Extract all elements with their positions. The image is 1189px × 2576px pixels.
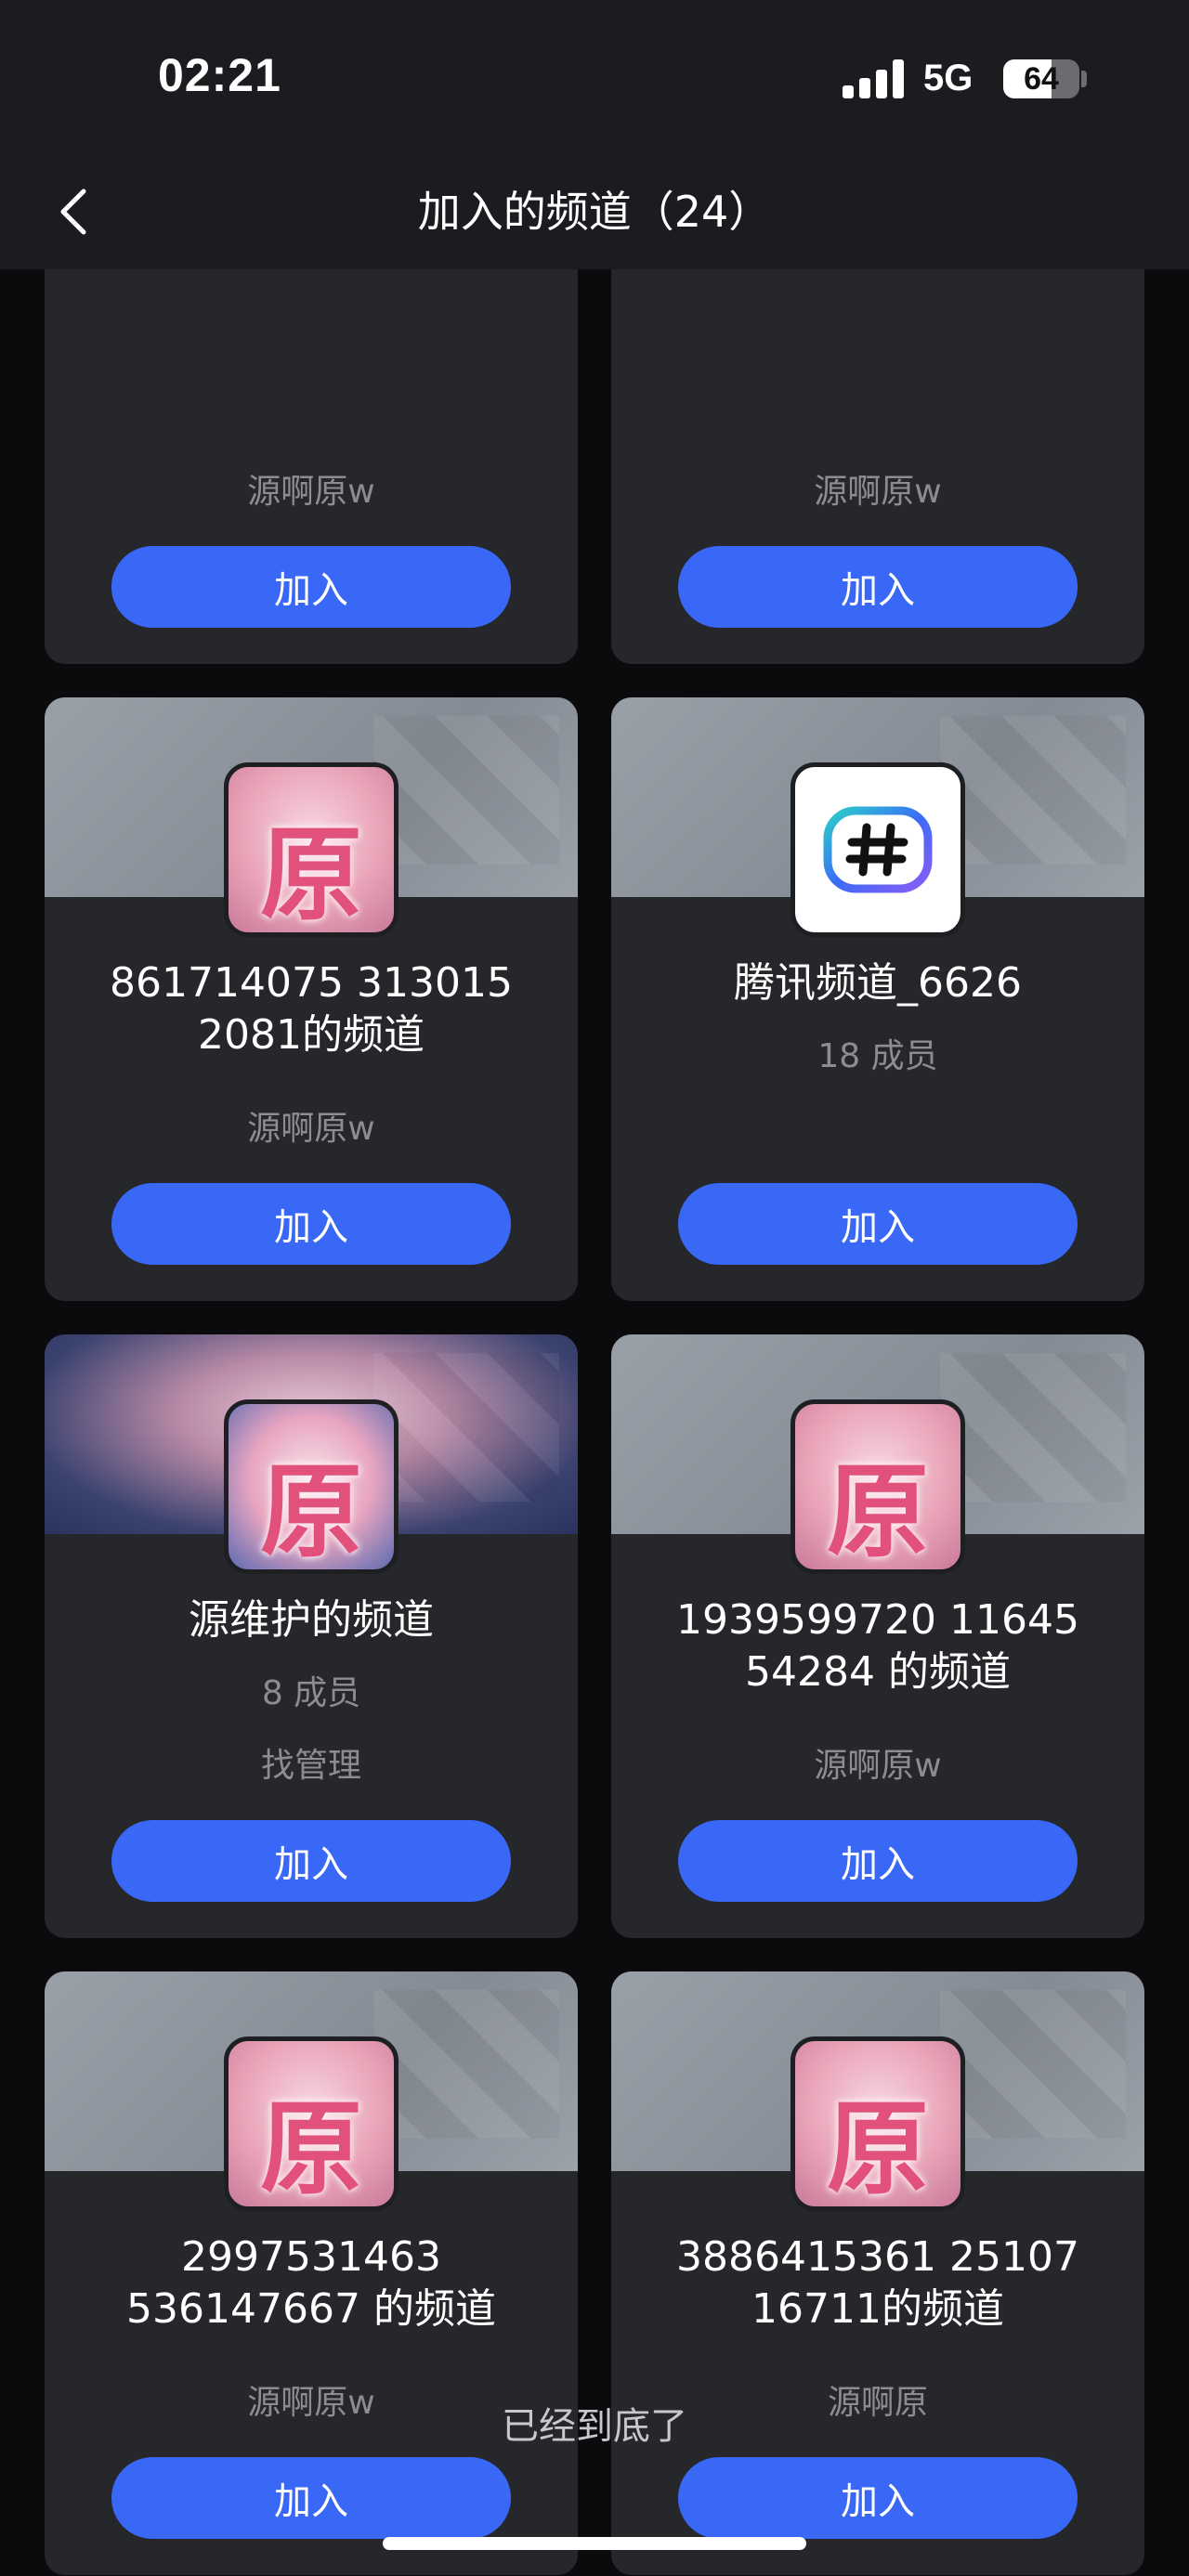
join-button[interactable]: 加入 <box>678 1820 1078 1902</box>
channel-name: 861714075 313015 2081的频道 <box>110 959 513 1059</box>
status-bar: 02:21 5G 64 <box>0 0 1189 158</box>
channel-avatar: 原 <box>790 2036 965 2211</box>
join-button[interactable]: 加入 <box>111 2457 511 2539</box>
channel-avatar: 原 <box>224 762 399 937</box>
network-type: 5G <box>923 58 973 98</box>
channel-avatar: 原 <box>224 2036 399 2211</box>
channel-owner: 源啊原w <box>814 1747 942 1785</box>
channel-name: 腾讯频道_6626 <box>734 959 1022 1007</box>
channel-members: 8 成员 <box>261 1674 361 1712</box>
channel-owner: 找管理 <box>260 1747 361 1785</box>
channel-card[interactable]: 原 3886415361 25107 16711的频道 源啊原 加入 <box>611 1971 1144 2575</box>
join-button[interactable]: 加入 <box>678 2457 1078 2539</box>
home-indicator[interactable] <box>383 2537 806 2550</box>
channel-card[interactable]: 原 861714075 313015 2081的频道 源啊原w 加入 <box>45 697 578 1301</box>
join-button[interactable]: 加入 <box>678 546 1078 628</box>
channel-name: 源维护的频道 <box>189 1596 434 1644</box>
join-button[interactable]: 加入 <box>678 1183 1078 1265</box>
channel-grid: 源啊原w 加入 源啊原w 加入 原 861714075 313015 2081的… <box>45 269 1144 2575</box>
join-button[interactable]: 加入 <box>111 546 511 628</box>
channel-card[interactable]: 原 2997531463 536147667 的频道 源啊原w 加入 <box>45 1971 578 2575</box>
battery-level: 64 <box>1024 61 1059 97</box>
status-time: 02:21 <box>158 49 281 101</box>
channel-owner: 源啊原w <box>814 473 942 511</box>
cellular-signal-icon <box>843 59 906 98</box>
join-button[interactable]: 加入 <box>111 1183 511 1265</box>
nav-bar: 加入的频道（24） <box>0 158 1189 269</box>
screen: 02:21 5G 64 加入的频道（24） 源啊原w 加入 源啊原w 加入 原 … <box>0 0 1189 2576</box>
end-of-list-text: 已经到底了 <box>502 2405 687 2448</box>
avatar-glyph: 原 <box>260 1452 362 1571</box>
channel-card[interactable]: 腾讯频道_6626 18 成员 加入 <box>611 697 1144 1301</box>
channel-owner: 源啊原w <box>247 1110 375 1148</box>
channel-avatar: 原 <box>790 1399 965 1574</box>
channel-avatar <box>790 762 965 937</box>
battery-icon: 64 <box>1003 59 1079 98</box>
channel-card[interactable]: 原 源维护的频道 8 成员 找管理 加入 <box>45 1334 578 1938</box>
channel-feed[interactable]: 源啊原w 加入 源啊原w 加入 原 861714075 313015 2081的… <box>0 269 1189 2576</box>
join-button[interactable]: 加入 <box>111 1820 511 1902</box>
page-title: 加入的频道（24） <box>417 187 772 237</box>
channel-card[interactable]: 源啊原w 加入 <box>45 269 578 664</box>
battery-tip <box>1081 71 1087 87</box>
avatar-glyph: 原 <box>827 1452 929 1571</box>
avatar-glyph: 原 <box>827 2089 929 2208</box>
channel-card[interactable]: 源啊原w 加入 <box>611 269 1144 664</box>
avatar-glyph: 原 <box>260 2089 362 2208</box>
channel-name: 3886415361 25107 16711的频道 <box>676 2233 1079 2333</box>
avatar-glyph: 原 <box>260 815 362 934</box>
channel-avatar: 原 <box>224 1399 399 1574</box>
channel-name: 1939599720 11645 54284 的频道 <box>676 1596 1079 1696</box>
channel-card[interactable]: 原 1939599720 11645 54284 的频道 源啊原w 加入 <box>611 1334 1144 1938</box>
channel-members: 18 成员 <box>817 1037 938 1075</box>
channel-name: 2997531463 536147667 的频道 <box>126 2233 496 2333</box>
hashtag-icon <box>823 806 933 893</box>
channel-owner: 源啊原w <box>247 473 375 511</box>
